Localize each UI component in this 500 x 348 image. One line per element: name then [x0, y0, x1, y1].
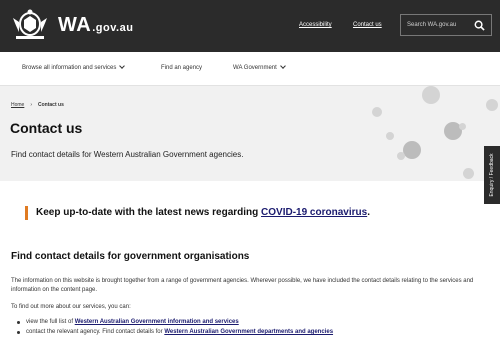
main-nav: Browse all information and services Find…: [0, 52, 500, 86]
breadcrumb-current: Contact us: [38, 102, 64, 108]
decorative-bubble: [386, 132, 394, 140]
accessibility-link[interactable]: Accessibility: [299, 22, 332, 28]
decorative-bubble: [403, 141, 421, 159]
breadcrumb-home[interactable]: Home: [11, 102, 24, 108]
alert-text: Keep up-to-date with the latest news reg…: [36, 207, 262, 218]
covid-link[interactable]: COVID-19 coronavirus: [261, 207, 367, 218]
list-item: contact the relevant agency. Find contac…: [17, 329, 333, 335]
feedback-tab[interactable]: Enquiry / Feedback: [484, 146, 500, 204]
search-box[interactable]: Search WA.gov.au: [400, 14, 492, 36]
nav-find-agency-label: Find an agency: [161, 65, 203, 71]
alert-end: .: [367, 207, 370, 218]
list-item: view the full list of Western Australian…: [17, 319, 333, 325]
chevron-down-icon: [279, 63, 286, 69]
list-item-text: contact the relevant agency. Find contac…: [26, 329, 165, 335]
page-subtitle: Find contact details for Western Austral…: [11, 150, 244, 159]
nav-find-agency[interactable]: Find an agency: [161, 65, 202, 71]
nav-wa-government-label: WA Government: [233, 65, 277, 71]
list-item-text: view the full list of: [26, 319, 75, 325]
nav-wa-government[interactable]: WA Government: [233, 63, 286, 71]
services-paragraph: To find out more about our services, you…: [11, 304, 131, 310]
logo-sub: .gov.au: [92, 22, 134, 34]
logo-main: WA: [58, 14, 92, 36]
decorative-bubble: [463, 168, 474, 179]
alert-accent-bar: [25, 206, 28, 220]
decorative-bubble: [372, 107, 382, 117]
services-list: view the full list of Western Australian…: [17, 319, 333, 339]
intro-paragraph: The information on this website is broug…: [11, 278, 474, 293]
search-icon[interactable]: [474, 20, 485, 31]
departments-agencies-link[interactable]: Western Australian Government department…: [164, 329, 333, 335]
page-title: Contact us: [10, 120, 83, 136]
site-logo[interactable]: WA.gov.au: [58, 14, 133, 37]
breadcrumb: Home › Contact us: [11, 102, 64, 108]
covid-alert: Keep up-to-date with the latest news reg…: [36, 207, 370, 218]
crest-icon[interactable]: [10, 8, 50, 42]
feedback-tab-label: Enquiry / Feedback: [489, 153, 495, 197]
nav-browse-all-label: Browse all information and services: [22, 65, 117, 71]
decorative-bubble: [397, 152, 405, 160]
decorative-bubble: [459, 123, 466, 130]
decorative-bubble: [486, 99, 498, 111]
search-input[interactable]: Search WA.gov.au: [407, 22, 456, 28]
decorative-bubble: [422, 86, 440, 104]
top-header: WA.gov.au Accessibility Contact us Searc…: [0, 0, 500, 52]
section-heading: Find contact details for government orga…: [11, 251, 250, 262]
contact-us-link[interactable]: Contact us: [353, 22, 382, 28]
chevron-down-icon: [119, 63, 126, 69]
nav-browse-all[interactable]: Browse all information and services: [22, 63, 126, 71]
information-services-link[interactable]: Western Australian Government informatio…: [75, 319, 239, 325]
hero-banner: Home › Contact us Contact us Find contact …: [0, 86, 500, 181]
breadcrumb-separator: ›: [30, 102, 33, 108]
